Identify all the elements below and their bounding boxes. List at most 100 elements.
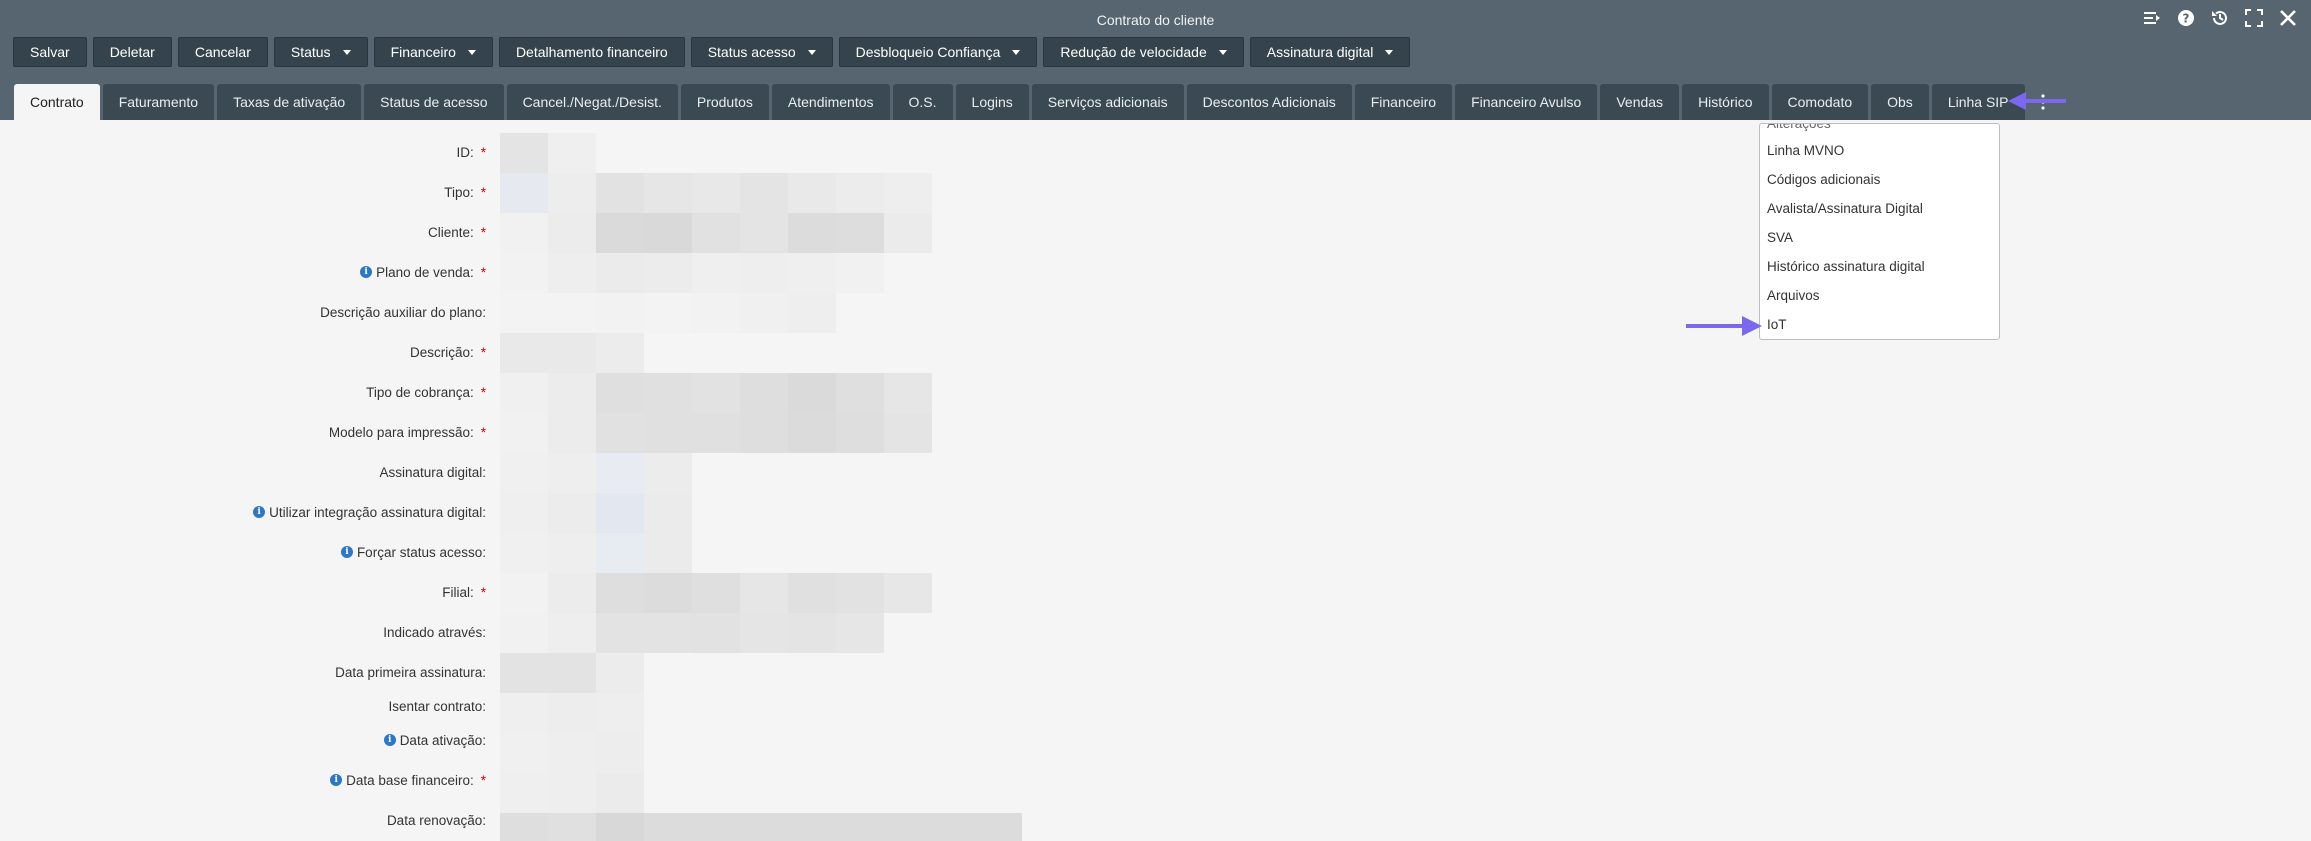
tab-produtos[interactable]: Produtos	[680, 84, 769, 120]
redacted-block	[740, 253, 788, 293]
tab-financeiro-avulso[interactable]: Financeiro Avulso	[1455, 84, 1598, 120]
close-icon[interactable]	[2277, 7, 2299, 29]
form-field-label: Assinatura digital:	[379, 462, 486, 482]
form-field-label: i Data base financeiro: *	[330, 770, 486, 790]
redacted-block	[788, 213, 836, 253]
menu-item-linha-mvno[interactable]: Linha MVNO	[1767, 143, 1844, 158]
redacted-block	[740, 613, 788, 653]
financeiro-button-label: Financeiro	[390, 44, 456, 60]
help-icon[interactable]: ?	[2175, 7, 2197, 29]
tab-servicos-adicionais[interactable]: Serviços adicionais	[1031, 84, 1184, 120]
redacted-block	[500, 333, 548, 373]
caret-down-icon	[807, 49, 816, 55]
reorder-icon[interactable]	[2141, 7, 2163, 29]
redacted-block	[644, 813, 1022, 841]
redacted-block	[500, 133, 548, 173]
trust-unlock-dropdown-button[interactable]: Desbloqueio Confiança	[838, 37, 1038, 67]
tab-vendas[interactable]: Vendas	[1600, 84, 1680, 120]
tab-taxas-ativacao[interactable]: Taxas de ativação	[217, 84, 362, 120]
redacted-block	[500, 213, 548, 253]
tab-financeiro[interactable]: Financeiro	[1354, 84, 1453, 120]
form-field-label: Cliente: *	[428, 222, 486, 242]
menu-item-historico-assinatura[interactable]: Histórico assinatura digital	[1767, 259, 1925, 274]
access-status-dropdown-button[interactable]: Status acesso	[690, 37, 833, 67]
save-button[interactable]: Salvar	[13, 37, 87, 67]
menu-item-arquivos[interactable]: Arquivos	[1767, 288, 1820, 303]
redacted-block	[692, 373, 740, 413]
form-field-label: Data primeira assinatura:	[335, 662, 486, 682]
redacted-block	[644, 413, 692, 453]
financeiro-dropdown-button[interactable]: Financeiro	[373, 37, 493, 67]
redacted-block	[596, 333, 644, 373]
tab-os[interactable]: O.S.	[892, 84, 953, 120]
info-icon[interactable]: i	[330, 774, 343, 786]
redacted-block	[788, 613, 836, 653]
tab-status-acesso[interactable]: Status de acesso	[364, 84, 504, 120]
tab-atendimentos[interactable]: Atendimentos	[771, 84, 890, 120]
redacted-block	[596, 253, 644, 293]
info-icon[interactable]: i	[253, 506, 266, 518]
info-icon[interactable]: i	[360, 266, 373, 278]
tab-bar: Contrato Faturamento Taxas de ativação S…	[14, 84, 2056, 120]
redacted-block	[644, 453, 692, 493]
menu-item-avalista-assinatura[interactable]: Avalista/Assinatura Digital	[1767, 201, 1923, 216]
info-icon[interactable]: i	[383, 734, 396, 746]
maximize-icon[interactable]	[2243, 7, 2265, 29]
redacted-block	[500, 413, 548, 453]
delete-button-label: Deletar	[109, 44, 155, 60]
cancel-button[interactable]: Cancelar	[177, 37, 268, 67]
redacted-block	[500, 173, 548, 213]
redacted-block	[500, 813, 548, 841]
redacted-block	[788, 253, 836, 293]
digital-signature-dropdown-button[interactable]: Assinatura digital	[1249, 37, 1411, 67]
tab-descontos-adicionais[interactable]: Descontos Adicionais	[1186, 84, 1352, 120]
menu-item-codigos-adicionais[interactable]: Códigos adicionais	[1767, 172, 1880, 187]
redacted-block	[548, 253, 596, 293]
caret-down-icon	[342, 49, 351, 55]
field-label-text: Descrição:	[409, 344, 474, 360]
redacted-block	[500, 693, 548, 733]
redacted-block	[836, 573, 884, 613]
redacted-block	[836, 253, 884, 293]
redacted-block	[740, 573, 788, 613]
delete-button[interactable]: Deletar	[92, 37, 172, 67]
financial-detail-button[interactable]: Detalhamento financeiro	[498, 37, 685, 67]
menu-item-sva[interactable]: SVA	[1767, 230, 1793, 245]
redacted-block	[596, 173, 644, 213]
redacted-block	[548, 173, 596, 213]
tab-historico[interactable]: Histórico	[1682, 84, 1769, 120]
redacted-block	[692, 213, 740, 253]
menu-item-iot[interactable]: IoT	[1767, 317, 1787, 332]
redacted-block	[644, 493, 692, 533]
redacted-block	[884, 373, 932, 413]
redacted-block	[644, 373, 692, 413]
tab-logins[interactable]: Logins	[955, 84, 1029, 120]
redacted-block	[644, 293, 692, 333]
info-icon[interactable]: i	[340, 546, 353, 558]
status-dropdown-button[interactable]: Status	[273, 37, 368, 67]
form-field-label: Descrição: *	[410, 342, 486, 362]
required-marker: *	[480, 772, 486, 788]
field-label-text: Modelo para impressão:	[328, 424, 474, 440]
form-field-label: Tipo de cobrança: *	[366, 382, 486, 402]
redacted-block	[548, 493, 596, 533]
tab-contrato[interactable]: Contrato	[14, 84, 100, 120]
history-icon[interactable]	[2209, 7, 2231, 29]
redacted-block	[596, 773, 644, 813]
redacted-block	[692, 613, 740, 653]
speed-reduction-dropdown-button[interactable]: Redução de velocidade	[1043, 37, 1244, 67]
redacted-block	[836, 413, 884, 453]
menu-item-alteracoes[interactable]: Alterações	[1767, 124, 1831, 131]
redacted-block	[596, 533, 644, 573]
redacted-block	[500, 573, 548, 613]
redacted-block	[548, 613, 596, 653]
redacted-block	[644, 533, 692, 573]
redacted-block	[500, 533, 548, 573]
tab-cancel-negat-desist[interactable]: Cancel./Negat./Desist.	[506, 84, 678, 120]
cancel-button-label: Cancelar	[194, 44, 251, 60]
tab-obs[interactable]: Obs	[1871, 84, 1929, 120]
tab-faturamento[interactable]: Faturamento	[102, 84, 215, 120]
form-field-label: ID: *	[456, 142, 486, 162]
redacted-block	[500, 453, 548, 493]
tab-comodato[interactable]: Comodato	[1771, 84, 1869, 120]
